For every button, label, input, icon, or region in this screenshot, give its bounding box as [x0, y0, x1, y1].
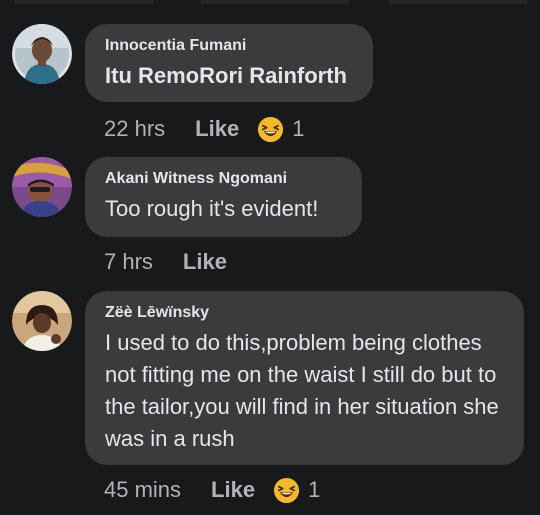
comment-bubble: Akani Witness Ngomani Too rough it's evi…: [85, 157, 362, 237]
comment-bubble: Zëè Lēwïnsky I used to do this,problem b…: [85, 291, 524, 465]
reaction-summary[interactable]: 1: [273, 477, 320, 504]
avatar[interactable]: [12, 157, 72, 217]
previous-item-edge: [14, 0, 154, 4]
reaction-summary[interactable]: 1: [257, 116, 304, 143]
avatar[interactable]: [12, 291, 72, 351]
comment-timestamp[interactable]: 22 hrs: [104, 116, 165, 142]
comment-timestamp[interactable]: 7 hrs: [104, 249, 153, 275]
comment-actions: 45 mins Like 1: [104, 475, 320, 505]
comment-author-name[interactable]: Innocentia Fumani: [105, 36, 353, 56]
comment-actions: 7 hrs Like: [104, 247, 245, 277]
top-edge-strip: [0, 0, 540, 4]
previous-item-edge: [388, 0, 528, 4]
comment-text[interactable]: Too rough it's evident!: [105, 193, 342, 225]
comment-actions: 22 hrs Like 1: [104, 114, 304, 144]
reaction-count: 1: [292, 116, 305, 141]
comment-text[interactable]: Itu RemoRori Rainforth: [105, 60, 353, 92]
avatar[interactable]: [12, 24, 72, 84]
like-button[interactable]: Like: [183, 249, 227, 275]
avatar-photo-icon: [12, 24, 72, 84]
laughing-emoji-icon: [258, 116, 284, 142]
comment-author-name[interactable]: Zëè Lēwïnsky: [105, 303, 504, 323]
comment-author-name[interactable]: Akani Witness Ngomani: [105, 169, 342, 189]
comment-timestamp[interactable]: 45 mins: [104, 477, 181, 503]
laughing-emoji-icon: [274, 477, 300, 503]
comment-bubble: Innocentia Fumani Itu RemoRori Rainforth: [85, 24, 373, 102]
comment-text[interactable]: I used to do this,problem being clothes …: [105, 327, 504, 455]
previous-item-edge: [200, 0, 350, 4]
avatar-photo-icon: [12, 157, 72, 217]
avatar-photo-icon: [12, 291, 72, 351]
like-button[interactable]: Like: [211, 477, 255, 503]
reaction-count: 1: [308, 477, 321, 502]
like-button[interactable]: Like: [195, 116, 239, 142]
